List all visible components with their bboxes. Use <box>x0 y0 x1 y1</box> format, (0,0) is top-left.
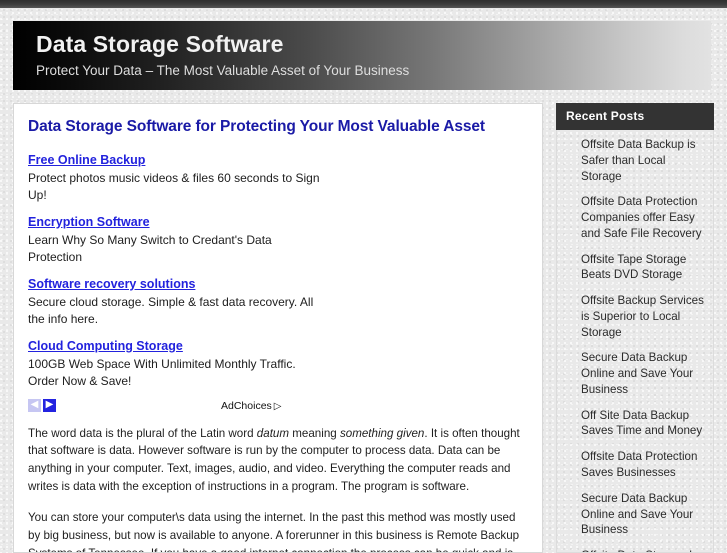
adchoices-label: AdChoices <box>221 399 272 412</box>
chevron-right-icon[interactable]: ▶ <box>43 398 56 412</box>
list-item: Offsite Data Storage Is the Solution to … <box>581 548 707 552</box>
article-body: The word data is the plural of the Latin… <box>28 425 528 553</box>
recent-posts-widget-body: Offsite Data Backup is Safer than Local … <box>556 130 714 553</box>
para1-italic-datum: datum <box>256 426 290 440</box>
ad-item: Encryption Software Learn Why So Many Sw… <box>28 213 328 266</box>
ad-item: Cloud Computing Storage 100GB Web Space … <box>28 337 328 390</box>
page-wrapper: Data Storage Software Protect Your Data … <box>0 8 727 553</box>
ad-description: 100GB Web Space With Unlimited Monthly T… <box>28 356 296 388</box>
ad-headline-link[interactable]: Cloud Computing Storage <box>28 339 183 355</box>
paragraph-2: You can store your computer\s data using… <box>28 511 520 553</box>
para1-part2: meaning <box>289 426 340 440</box>
ad-description: Learn Why So Many Switch to Credant's Da… <box>28 232 272 264</box>
ad-item: Free Online Backup Protect photos music … <box>28 151 328 204</box>
list-item: Secure Data Backup Online and Save Your … <box>581 350 707 397</box>
adchoices-link[interactable]: AdChoices ▷ <box>221 400 281 412</box>
recent-post-link[interactable]: Offsite Data Protection Companies offer … <box>581 194 707 241</box>
main-content-panel: Data Storage Software for Protecting You… <box>13 103 543 553</box>
ad-headline-link[interactable]: Free Online Backup <box>28 153 145 169</box>
recent-post-link[interactable]: Secure Data Backup Online and Save Your … <box>581 491 707 538</box>
recent-post-link[interactable]: Off Site Data Backup Saves Time and Mone… <box>581 408 707 440</box>
para1-part1: The word data is the plural of the Latin… <box>28 426 257 440</box>
site-title: Data Storage Software <box>36 31 284 57</box>
list-item: Secure Data Backup Online and Save Your … <box>581 491 707 538</box>
list-item: Offsite Data Protection Companies offer … <box>581 194 707 241</box>
list-item: Offsite Tape Storage Beats DVD Storage <box>581 252 707 284</box>
recent-post-link[interactable]: Secure Data Backup Online and Save Your … <box>581 350 707 397</box>
recent-post-link[interactable]: Offsite Backup Services is Superior to L… <box>581 293 707 340</box>
recent-post-link[interactable]: Offsite Data Storage Is the Solution to … <box>581 548 707 552</box>
top-browser-strip <box>0 0 727 8</box>
ad-description: Protect photos music videos & files 60 s… <box>28 170 320 202</box>
list-item: Off Site Data Backup Saves Time and Mone… <box>581 408 707 440</box>
adchoices-triangle-icon: ▷ <box>273 400 282 412</box>
ad-headline-link[interactable]: Encryption Software <box>28 215 150 231</box>
sidebar: Recent Posts Offsite Data Backup is Safe… <box>556 103 714 553</box>
advertisement-block: Free Online Backup Protect photos music … <box>28 151 328 417</box>
recent-posts-list: Offsite Data Backup is Safer than Local … <box>563 137 707 552</box>
site-tagline: Protect Your Data – The Most Valuable As… <box>36 63 410 78</box>
ad-pager: ◀ ▶ <box>28 398 56 412</box>
recent-post-link[interactable]: Offsite Tape Storage Beats DVD Storage <box>581 252 707 284</box>
list-item: Offsite Data Backup is Safer than Local … <box>581 137 707 184</box>
page-title: Data Storage Software for Protecting You… <box>28 118 485 135</box>
para1-italic-something-given: something given <box>339 426 425 440</box>
recent-post-link[interactable]: Offsite Data Protection Saves Businesses <box>581 449 707 481</box>
site-header-banner: Data Storage Software Protect Your Data … <box>13 21 711 90</box>
chevron-left-icon[interactable]: ◀ <box>28 398 41 412</box>
recent-post-link[interactable]: Offsite Data Backup is Safer than Local … <box>581 137 707 184</box>
ad-item: Software recovery solutions Secure cloud… <box>28 275 328 328</box>
list-item: Offsite Data Protection Saves Businesses <box>581 449 707 481</box>
list-item: Offsite Backup Services is Superior to L… <box>581 293 707 340</box>
ad-headline-link[interactable]: Software recovery solutions <box>28 277 195 293</box>
ad-description: Secure cloud storage. Simple & fast data… <box>28 294 314 326</box>
recent-posts-widget-title: Recent Posts <box>556 103 714 130</box>
ad-footer: ◀ ▶ AdChoices ▷ <box>28 398 328 417</box>
paragraph-1: The word data is the plural of the Latin… <box>28 425 528 495</box>
